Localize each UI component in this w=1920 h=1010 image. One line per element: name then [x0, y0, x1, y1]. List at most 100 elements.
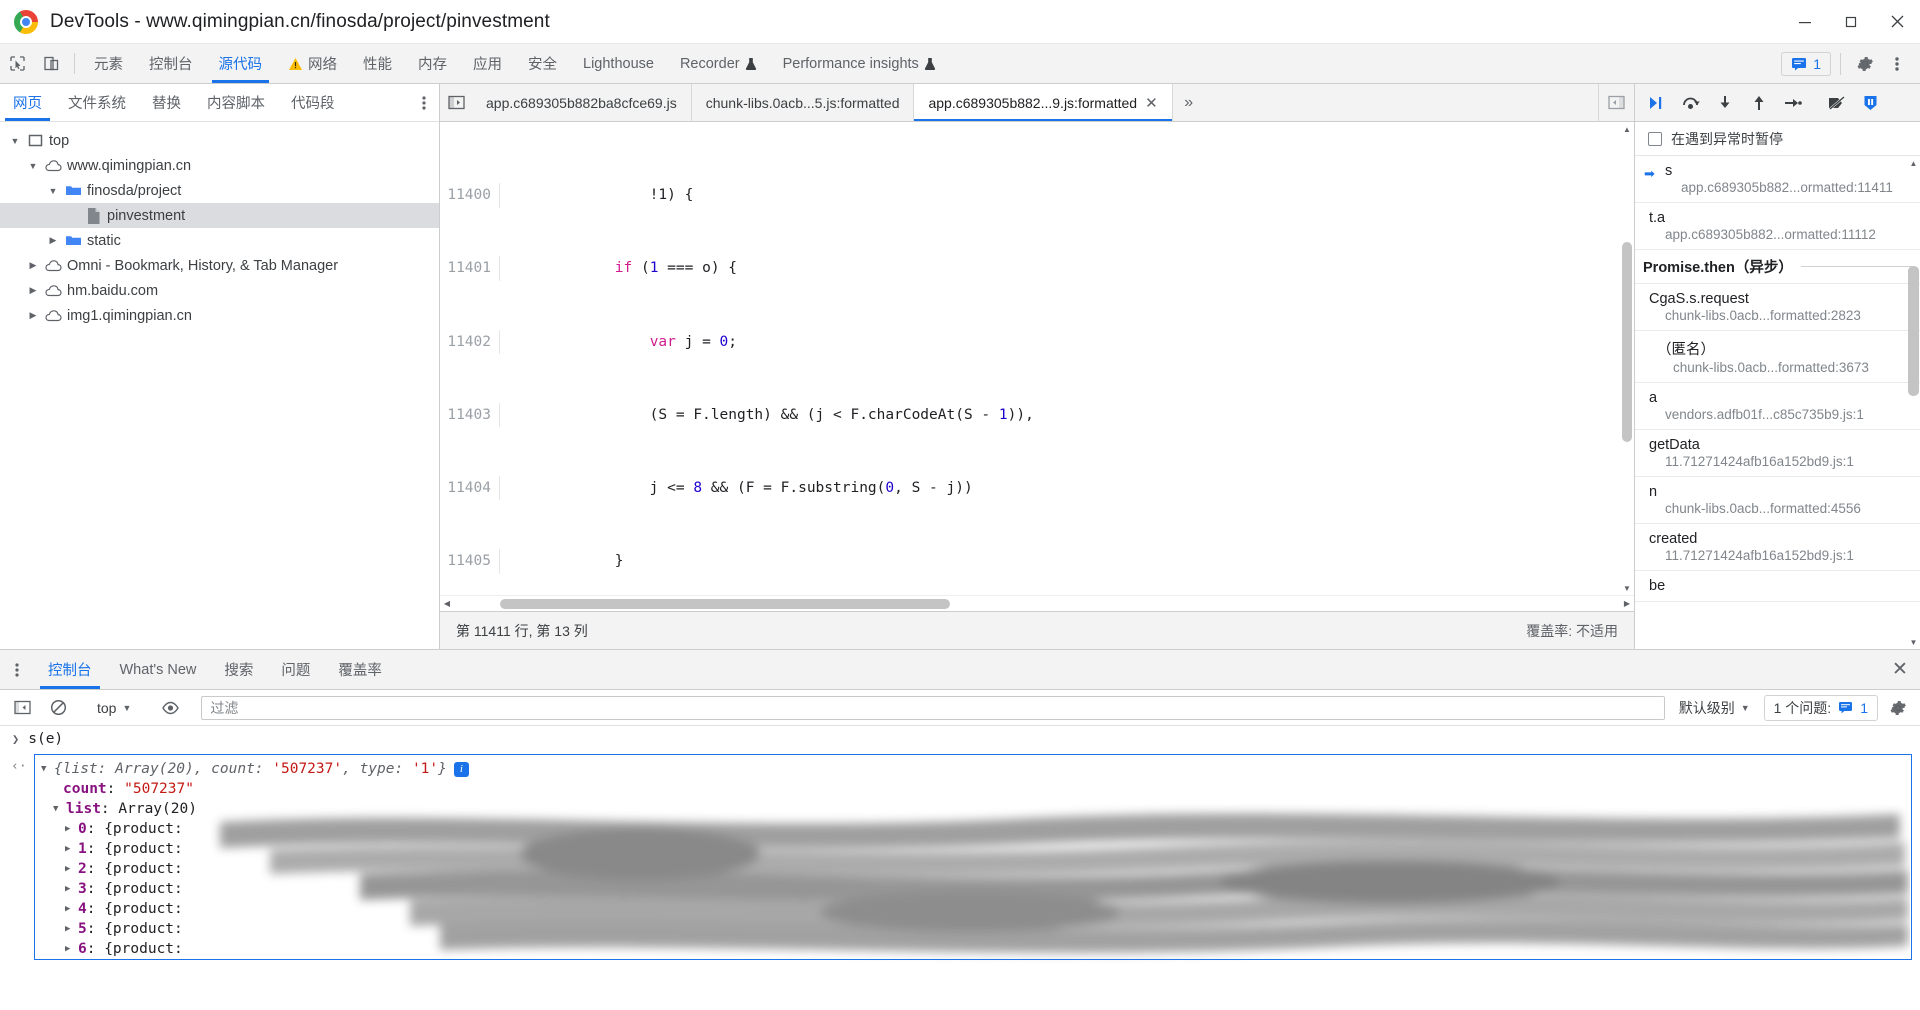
call-stack-frame[interactable]: created 11.71271424afb16a152bd9.js:1: [1635, 524, 1920, 571]
nav-tab-overrides[interactable]: 替换: [139, 84, 194, 121]
result-row[interactable]: ▶ 4: {product:: [41, 899, 1911, 919]
step-into-icon[interactable]: [1709, 88, 1740, 118]
expand-twisty-icon[interactable]: ▶: [65, 839, 74, 859]
nav-tab-content-scripts[interactable]: 内容脚本: [194, 84, 278, 121]
call-stack-frame[interactable]: n chunk-libs.0acb...formatted:4556: [1635, 477, 1920, 524]
live-expression-icon[interactable]: [154, 693, 186, 723]
execution-context-selector[interactable]: top ▼: [89, 700, 139, 716]
clear-console-icon[interactable]: [42, 693, 74, 723]
scroll-down-icon[interactable]: ▼: [1907, 635, 1920, 649]
expand-twisty-icon[interactable]: ▶: [65, 859, 74, 879]
result-row[interactable]: ▶ 1: {product:: [41, 839, 1911, 859]
twisty-icon[interactable]: ▼: [8, 136, 22, 146]
close-icon[interactable]: ✕: [1145, 94, 1158, 112]
result-row[interactable]: ▶ 5: {product:: [41, 919, 1911, 939]
result-row[interactable]: ▶ 3: {product:: [41, 879, 1911, 899]
pause-on-exceptions-row[interactable]: 在遇到异常时暂停: [1635, 122, 1920, 156]
kebab-menu-icon[interactable]: [409, 84, 439, 121]
tree-item-domain[interactable]: ▼ www.qimingpian.cn: [0, 153, 439, 178]
call-stack-frame[interactable]: ➡ s app.c689305b882...ormatted:11411: [1635, 156, 1920, 203]
tree-item-top[interactable]: ▼ top: [0, 128, 439, 153]
tree-item-pinvestment[interactable]: pinvestment: [0, 203, 439, 228]
call-stack-frame[interactable]: CgaS.s.request chunk-libs.0acb...formatt…: [1635, 284, 1920, 331]
minimize-button[interactable]: [1782, 0, 1828, 44]
drawer-tab-console[interactable]: 控制台: [34, 650, 106, 689]
scroll-down-icon[interactable]: ▼: [1620, 581, 1634, 595]
drawer-tab-search[interactable]: 搜索: [210, 650, 267, 689]
tab-recorder[interactable]: Recorder: [667, 44, 770, 83]
expand-twisty-icon[interactable]: ▶: [65, 939, 74, 959]
tab-security[interactable]: 安全: [515, 44, 570, 83]
device-toggle-icon[interactable]: [34, 44, 68, 83]
step-over-icon[interactable]: [1675, 88, 1706, 118]
close-button[interactable]: [1874, 0, 1920, 44]
gear-icon[interactable]: [1850, 49, 1880, 79]
twisty-icon[interactable]: ▶: [26, 260, 40, 271]
expand-twisty-icon[interactable]: ▶: [65, 819, 74, 839]
scrollbar-thumb[interactable]: [500, 598, 950, 609]
call-stack-frame[interactable]: t.a app.c689305b882...ormatted:11112: [1635, 203, 1920, 250]
scrollbar-thumb[interactable]: [1622, 242, 1632, 442]
result-summary-row[interactable]: ▼ {list: Array(20), count: '507237', type…: [41, 759, 1911, 779]
expand-twisty-icon[interactable]: ▼: [41, 759, 50, 779]
info-icon[interactable]: i: [453, 761, 469, 777]
inspect-cursor-icon[interactable]: [0, 44, 34, 83]
twisty-icon[interactable]: ▶: [26, 285, 40, 296]
call-stack-list[interactable]: ➡ s app.c689305b882...ormatted:11411 t.a…: [1635, 156, 1920, 649]
tab-network[interactable]: 网络: [275, 44, 350, 83]
scroll-left-icon[interactable]: ◀: [440, 597, 454, 611]
result-row[interactable]: ▶ 0: {product:: [41, 819, 1911, 839]
tab-application[interactable]: 应用: [460, 44, 515, 83]
tab-elements[interactable]: 元素: [81, 44, 136, 83]
tree-item-hm-baidu[interactable]: ▶ hm.baidu.com: [0, 278, 439, 303]
drawer-tab-issues[interactable]: 问题: [267, 650, 324, 689]
kebab-menu-icon[interactable]: [0, 650, 34, 689]
maximize-button[interactable]: [1828, 0, 1874, 44]
expand-twisty-icon[interactable]: ▶: [65, 919, 74, 939]
console-sidebar-icon[interactable]: [6, 693, 38, 723]
tree-item-folder-finosda[interactable]: ▼ finosda/project: [0, 178, 439, 203]
editor-tab-chunk-libs[interactable]: chunk-libs.0acb...5.js:formatted: [691, 84, 915, 121]
tab-performance-insights[interactable]: Performance insights: [770, 44, 949, 83]
tab-sources[interactable]: 源代码: [206, 44, 276, 83]
tree-item-folder-static[interactable]: ▶ static: [0, 228, 439, 253]
tree-item-omni[interactable]: ▶ Omni - Bookmark, History, & Tab Manage…: [0, 253, 439, 278]
result-row[interactable]: ▼ list: Array(20): [41, 799, 1911, 819]
console-filter-input[interactable]: 过滤: [201, 695, 1665, 720]
call-stack-frame[interactable]: getData 11.71271424afb16a152bd9.js:1: [1635, 430, 1920, 477]
expand-twisty-icon[interactable]: ▶: [65, 899, 74, 919]
editor-tab-app-js[interactable]: app.c689305b882ba8cfce69.js: [472, 84, 692, 121]
tree-item-img1[interactable]: ▶ img1.qimingpian.cn: [0, 303, 439, 328]
chevron-double-right-icon[interactable]: »: [1173, 84, 1205, 121]
drawer-tab-whats-new[interactable]: What's New: [106, 650, 211, 689]
issues-badge[interactable]: 1 个问题: 1: [1763, 694, 1878, 721]
gear-icon[interactable]: [1882, 693, 1914, 723]
nav-tab-page[interactable]: 网页: [0, 84, 55, 121]
result-row[interactable]: ▶ 6: {product:: [41, 939, 1911, 959]
drawer-tab-coverage[interactable]: 覆盖率: [324, 650, 396, 689]
console-output[interactable]: ❯ s(e) ‹· ▼ {list: Array(20), count: '507…: [0, 726, 1920, 1010]
editor-horizontal-scrollbar[interactable]: ◀ ▶: [440, 595, 1634, 611]
editor-tab-app-formatted[interactable]: app.c689305b882...9.js:formatted ✕: [914, 84, 1173, 121]
deactivate-breakpoints-icon[interactable]: [1821, 88, 1852, 118]
scrollbar-thumb[interactable]: [1908, 266, 1919, 396]
twisty-icon[interactable]: ▶: [46, 235, 60, 246]
nav-tab-snippets[interactable]: 代码段: [278, 84, 348, 121]
nav-tab-filesystem[interactable]: 文件系统: [55, 84, 139, 121]
editor-vertical-scrollbar[interactable]: ▲ ▼: [1620, 122, 1634, 595]
code-viewer[interactable]: 11400 !1) { 11401 if (1 === o) { 11402 v…: [440, 122, 1634, 611]
tab-lighthouse[interactable]: Lighthouse: [570, 44, 667, 83]
scroll-up-icon[interactable]: ▲: [1620, 122, 1634, 136]
resume-script-icon[interactable]: [1641, 88, 1672, 118]
result-row[interactable]: ▶ 2: {product:: [41, 859, 1911, 879]
tab-console[interactable]: 控制台: [136, 44, 206, 83]
message-count-badge[interactable]: 1: [1781, 51, 1831, 76]
expand-twisty-icon[interactable]: ▶: [65, 879, 74, 899]
log-level-selector[interactable]: 默认级别 ▼: [1669, 698, 1760, 718]
call-stack-frame[interactable]: （匿名） chunk-libs.0acb...formatted:3673: [1635, 331, 1920, 383]
expand-twisty-icon[interactable]: ▼: [53, 799, 62, 819]
twisty-icon[interactable]: ▼: [46, 186, 60, 196]
scroll-right-icon[interactable]: ▶: [1620, 597, 1634, 611]
scroll-up-icon[interactable]: ▲: [1907, 156, 1920, 170]
pause-on-exceptions-checkbox[interactable]: [1648, 131, 1662, 146]
